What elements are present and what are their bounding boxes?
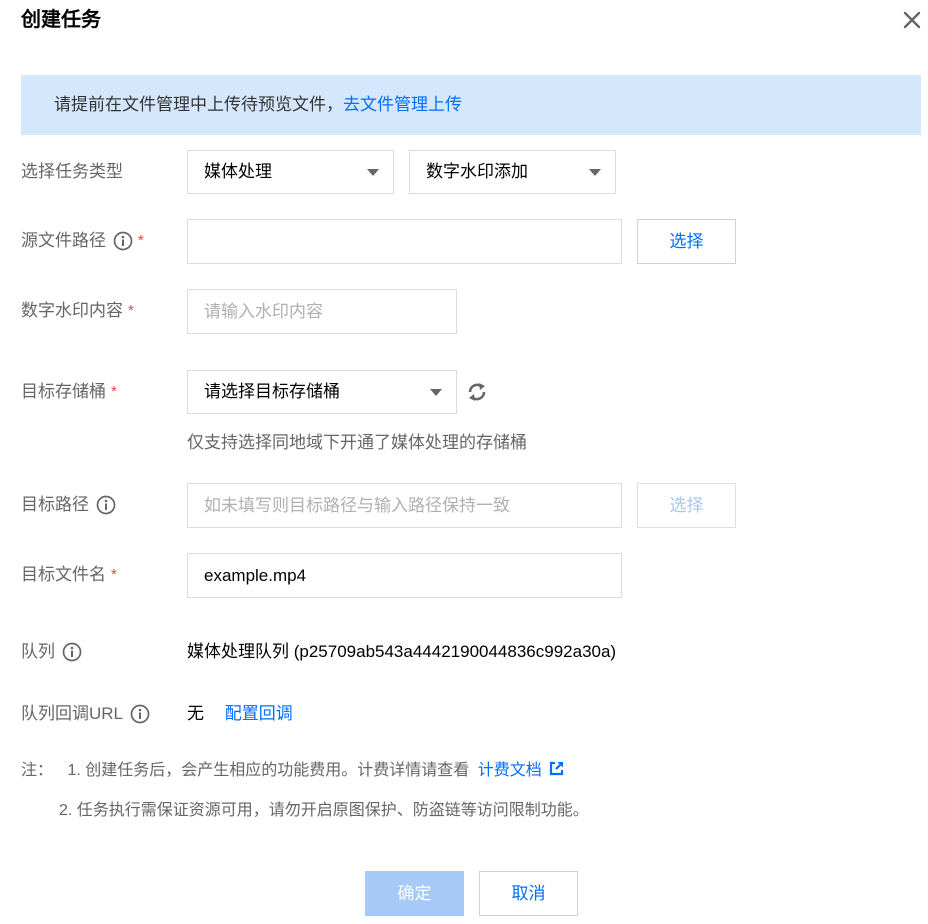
- target-path-label-text: 目标路径: [21, 495, 89, 514]
- target-path-label: 目标路径: [21, 493, 116, 517]
- target-filename-label-text: 目标文件名: [21, 565, 106, 584]
- target-filename-label: 目标文件名 *: [21, 563, 117, 587]
- target-bucket-select[interactable]: 请选择目标存储桶: [187, 370, 457, 414]
- task-subtype-value: 数字水印添加: [426, 162, 528, 181]
- note-line-2: 2. 任务执行需保证资源可用，请勿开启原图保护、防盗链等访问限制功能。: [59, 802, 589, 819]
- required-mark: *: [128, 302, 134, 319]
- chevron-down-icon: [430, 389, 442, 396]
- source-path-input[interactable]: [187, 219, 622, 264]
- task-type-label-text: 选择任务类型: [21, 162, 123, 181]
- watermark-label: 数字水印内容 *: [21, 299, 134, 323]
- billing-docs-link-text: 计费文档: [477, 762, 542, 779]
- info-icon[interactable]: [62, 642, 82, 662]
- dialog-title: 创建任务: [21, 9, 101, 31]
- note-prefix: 注：: [21, 762, 54, 779]
- configure-callback-link[interactable]: 配置回调: [225, 704, 293, 723]
- target-bucket-hint: 仅支持选择同地域下开通了媒体处理的存储桶: [187, 433, 527, 452]
- target-filename-input[interactable]: example.mp4: [187, 553, 622, 598]
- confirm-button[interactable]: 确定: [365, 871, 464, 916]
- callback-label: 队列回调URL: [21, 702, 150, 726]
- chevron-down-icon: [589, 169, 601, 176]
- note-line-1-text: 1. 创建任务后，会产生相应的功能费用。计费详情请查看: [67, 762, 470, 779]
- source-path-label: 源文件路径 *: [21, 229, 144, 253]
- target-bucket-label-text: 目标存储桶: [21, 382, 106, 401]
- queue-value: 媒体处理队列 (p25709ab543a4442190044836c992a30…: [187, 642, 617, 661]
- info-icon[interactable]: [113, 231, 133, 251]
- info-icon[interactable]: [130, 704, 150, 724]
- target-path-select-button: 选择: [637, 483, 736, 528]
- task-type-label: 选择任务类型: [21, 160, 123, 184]
- info-icon[interactable]: [96, 495, 116, 515]
- queue-label-text: 队列: [21, 642, 55, 661]
- task-category-select[interactable]: 媒体处理: [187, 150, 394, 194]
- target-bucket-value: 请选择目标存储桶: [204, 382, 340, 401]
- note-line-1: 注： 1. 创建任务后，会产生相应的功能费用。计费详情请查看 计费文档: [21, 759, 564, 783]
- close-icon[interactable]: [900, 8, 924, 32]
- info-banner: 请提前在文件管理中上传待预览文件，去文件管理上传: [21, 75, 921, 135]
- target-path-input[interactable]: 如未填写则目标路径与输入路径保持一致: [187, 483, 622, 528]
- task-subtype-select[interactable]: 数字水印添加: [409, 150, 616, 194]
- watermark-label-text: 数字水印内容: [21, 301, 123, 320]
- required-mark: *: [111, 566, 117, 583]
- target-bucket-label: 目标存储桶 *: [21, 380, 117, 404]
- file-manager-link[interactable]: 去文件管理上传: [343, 95, 462, 114]
- callback-value-text: 无: [187, 704, 204, 723]
- required-mark: *: [111, 383, 117, 400]
- source-path-select-button[interactable]: 选择: [637, 219, 736, 264]
- banner-text: 请提前在文件管理中上传待预览文件，: [54, 95, 343, 114]
- source-path-label-text: 源文件路径: [21, 231, 106, 250]
- external-link-icon: [549, 761, 563, 776]
- billing-docs-link[interactable]: 计费文档: [477, 761, 564, 779]
- callback-label-text: 队列回调URL: [21, 704, 124, 723]
- callback-value: 无 配置回调: [187, 702, 293, 726]
- refresh-icon[interactable]: [466, 381, 488, 403]
- required-mark: *: [138, 232, 144, 249]
- watermark-input[interactable]: 请输入水印内容: [187, 289, 457, 334]
- cancel-button[interactable]: 取消: [479, 871, 578, 916]
- queue-label: 队列: [21, 640, 82, 664]
- task-category-value: 媒体处理: [204, 162, 272, 181]
- chevron-down-icon: [367, 169, 379, 176]
